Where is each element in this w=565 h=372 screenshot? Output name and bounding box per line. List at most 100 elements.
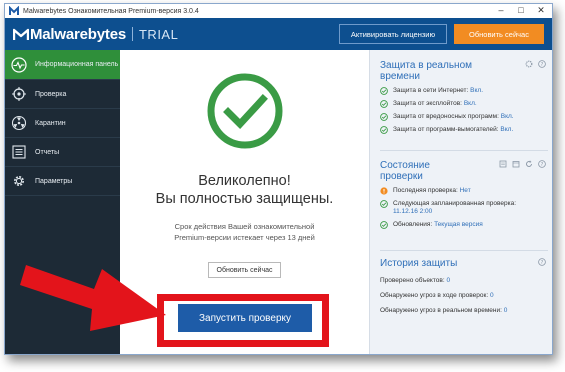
realtime-item-value[interactable]: Вкл. [470,87,483,95]
realtime-section-icons: ? [525,60,546,68]
check-circle-icon [380,200,388,208]
schedule-icon[interactable] [512,160,520,168]
history-row: Обнаружено угроз в реальном времени: 0 [380,307,550,314]
sidebar-item-quarantine[interactable]: Карантин [5,109,120,138]
brand-separator [131,27,133,41]
sidebar-item-reports[interactable]: Отчеты [5,138,120,167]
realtime-item-value[interactable]: Вкл. [500,126,513,134]
headline-line-1: Великолепно! [198,173,291,189]
malwarebytes-app-icon [9,6,19,15]
pulse-icon [11,56,27,73]
svg-text:?: ? [541,62,544,68]
window-title: Malwarebytes Ознакомительная Premium-вер… [23,7,199,15]
last-scan-value[interactable]: Нет [460,187,471,195]
gear-icon [14,176,24,186]
next-scan-value[interactable]: 11.12.16 2:00 [393,208,432,215]
scan-status-rows: Последняя проверка: Нет Следующая заплан… [380,187,550,229]
protection-headline: Великолепно! Вы полностью защищены. [120,172,369,208]
history-row: Проверено объектов: 0 [380,277,550,284]
protection-history-section: История защиты ? Проверено объектов: 0 О… [380,258,550,314]
refresh-icon[interactable] [525,160,533,168]
help-icon[interactable]: ? [538,160,546,168]
settings-gear-icon[interactable] [525,60,533,68]
realtime-item-label: Защита от программ-вымогателей: [393,126,499,133]
svg-text:?: ? [541,162,544,168]
renew-now-button[interactable]: Обновить сейчас [208,262,281,278]
realtime-item-exploit: Защита от эксплойтов: Вкл. [380,100,550,108]
updates-value[interactable]: Текущая версия [434,221,483,229]
sidebar-item-scan[interactable]: Проверка [5,80,120,109]
check-circle-icon [380,126,388,134]
realtime-item-web: Защита в сети Интернет: Вкл. [380,87,550,95]
help-icon[interactable]: ? [538,60,546,68]
next-scan-text: Следующая запланированная проверка: 11.12… [393,200,516,216]
report-list-icon [12,145,26,159]
protection-history-title: История защиты [380,258,458,269]
edition-label: TRIAL [138,26,179,42]
realtime-item-label: Защита от эксплойтов: [393,100,462,107]
check-circle-icon [380,221,388,229]
last-scan-row: Последняя проверка: Нет [380,187,550,195]
realtime-item-label: Защита в сети Интернет: [393,87,469,94]
updates-label: Обновления: [393,221,433,228]
realtime-item-value[interactable]: Вкл. [501,113,514,121]
check-circle-icon [380,113,388,121]
history-row: Обнаружено угроз в ходе проверок: 0 [380,292,550,299]
sidebar-item-dashboard[interactable]: Информационная панель [5,50,126,80]
history-row-label: Проверено объектов: [380,277,445,284]
help-icon[interactable]: ? [538,258,546,266]
protected-checkmark-icon [207,73,283,149]
history-row-label: Обнаружено угроз в ходе проверок: [380,292,489,299]
sidebar-item-label: Отчеты [35,148,60,156]
radiation-icon [11,115,27,131]
section-divider [380,150,548,151]
close-button[interactable]: ✕ [536,5,546,16]
realtime-title-line-2: времени [380,71,420,82]
history-rows: Проверено объектов: 0 Обнаружено угроз в… [380,277,550,314]
window-controls: – □ ✕ [496,5,546,16]
minimize-button[interactable]: – [496,5,506,16]
upgrade-now-button[interactable]: Обновить сейчас [454,24,544,44]
activate-license-button[interactable]: Активировать лицензию [339,24,447,44]
sidebar-item-settings[interactable]: Параметры [5,167,120,196]
app-header: Malwarebytes TRIAL Активировать лицензию… [5,18,552,50]
sidebar-item-label: Информационная панель [35,61,119,68]
svg-text:?: ? [541,260,544,266]
malwarebytes-logo-icon [13,28,29,40]
highlight-box [157,294,329,347]
trial-expiry-line-1: Срок действия Вашей ознакомительной [174,222,315,231]
updates-row: Обновления: Текущая версия [380,221,550,229]
brand-name: Malwarebytes [30,25,126,43]
maximize-button[interactable]: □ [516,5,526,16]
realtime-item-ransomware: Защита от программ-вымогателей: Вкл. [380,126,550,134]
realtime-protection-section: Защита в реальном времени ? Защита в сет… [380,60,550,134]
scan-status-section-icons: ? [499,160,546,168]
scan-target-icon [12,87,26,101]
trial-expiry-line-2: Premium-версии истекает через 13 дней [174,233,315,242]
trial-expiry-text: Срок действия Вашей ознакомительной Prem… [120,221,369,243]
brand-logo: Malwarebytes TRIAL [13,26,178,43]
check-circle-icon [380,87,388,95]
next-scan-label: Следующая запланированная проверка: [393,200,517,207]
realtime-item-malware: Защита от вредоносных программ: Вкл. [380,113,550,121]
next-scan-row: Следующая запланированная проверка: 11.12… [380,200,550,216]
history-row-value: 0 [503,307,508,314]
status-panel: Защита в реальном времени ? Защита в сет… [369,50,552,354]
warning-circle-icon [380,187,388,195]
realtime-item-value[interactable]: Вкл. [464,100,477,108]
history-row-value: 0 [446,277,451,284]
realtime-items: Защита в сети Интернет: Вкл. Защита от э… [380,87,550,134]
history-row-label: Обнаружено угроз в реальном времени: [380,307,502,314]
report-icon[interactable] [499,160,507,168]
sidebar-item-label: Проверка [35,90,67,98]
history-section-icons: ? [538,258,546,266]
check-circle-icon [380,100,388,108]
red-pointer-arrow-icon [20,265,166,331]
last-scan-label: Последняя проверка: [393,187,458,194]
headline-line-2: Вы полностью защищены. [155,191,334,207]
title-bar: Malwarebytes Ознакомительная Premium-вер… [5,4,552,18]
history-row-value: 0 [489,292,494,299]
scan-status-title-line-2: проверки [380,171,423,182]
scan-status-section: Состояние проверки ? Последняя проверка:… [380,160,550,229]
sidebar-item-label: Параметры [35,177,73,185]
